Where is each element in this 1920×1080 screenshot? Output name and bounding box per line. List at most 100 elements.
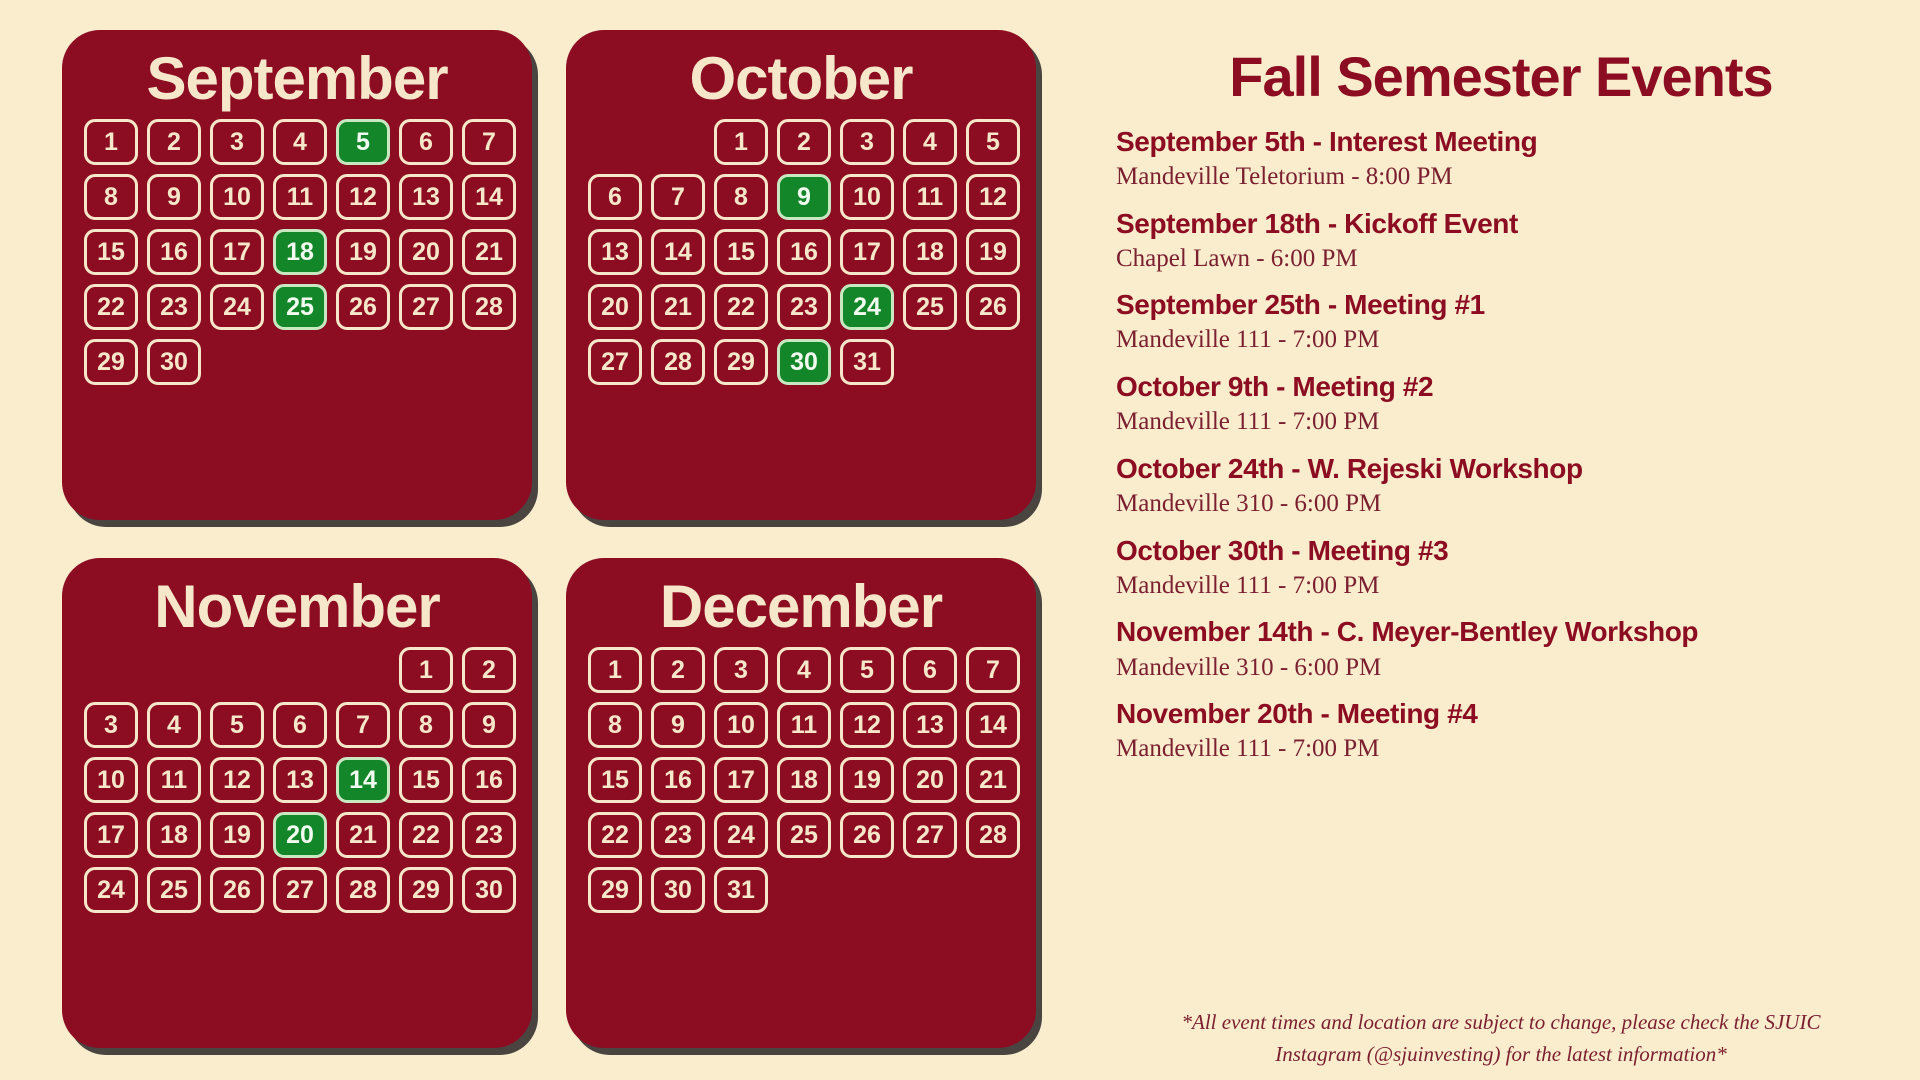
calendar-day-cell: 12 <box>966 174 1020 220</box>
calendar-day-cell: 5 <box>210 702 264 748</box>
calendar-day-cell: 11 <box>273 174 327 220</box>
calendar-day-cell: 1 <box>399 647 453 693</box>
calendar-day-cell: 3 <box>210 119 264 165</box>
event-location-time: Mandeville Teletorium - 8:00 PM <box>1116 162 1453 190</box>
event-title: November 20th - Meeting #4 <box>1116 698 1478 730</box>
calendar-day-cell: 26 <box>840 812 894 858</box>
calendar-day-cell: 1 <box>714 119 768 165</box>
calendar-day-cell: 15 <box>84 229 138 275</box>
calendar-day-cell: 21 <box>462 229 516 275</box>
calendar-day-cell: 6 <box>399 119 453 165</box>
calendar-month-title: October <box>689 45 913 112</box>
calendar-day-cell: 3 <box>84 702 138 748</box>
calendar-day-cell: 6 <box>903 647 957 693</box>
calendar-day-cell: 27 <box>903 812 957 858</box>
calendar-day-cell: 16 <box>651 757 705 803</box>
calendar-day-cell: 3 <box>714 647 768 693</box>
calendar-card-november: November 1 2 3 4 5 6 7 8 9 10 11 12 13 14 15 16 17 18 19 20 2… <box>62 558 532 1048</box>
calendar-day-cell: 12 <box>336 174 390 220</box>
calendar-day-cell: 13 <box>903 702 957 748</box>
calendar-day-cell: 8 <box>84 174 138 220</box>
event-item: September 5th - Interest Meeting Mandevil… <box>1116 125 1886 194</box>
calendar-day-cell: 15 <box>399 757 453 803</box>
calendar-day-cell: 4 <box>903 119 957 165</box>
calendar-day-cell: 7 <box>651 174 705 220</box>
calendar-day-cell-event: 5 <box>336 119 390 165</box>
calendar-day-cell: 29 <box>399 867 453 913</box>
calendar-grid: September 1 2 3 4 5 6 7 8 9 10 11 12 13 14 15 16 17 18 19 20… <box>62 30 1072 1070</box>
calendar-day-cell: 13 <box>588 229 642 275</box>
calendar-day-cell: 29 <box>714 339 768 385</box>
calendar-empty-cell <box>147 647 201 693</box>
calendar-day-cell: 27 <box>273 867 327 913</box>
calendar-day-cell: 31 <box>840 339 894 385</box>
calendar-day-cell: 8 <box>714 174 768 220</box>
calendar-day-cell: 22 <box>588 812 642 858</box>
calendar-days-grid: 1 2 3 4 5 6 7 8 9 10 11 12 13 14 15 16 17 18 19 20 21 22 23 24 2… <box>588 647 1020 913</box>
calendar-day-cell: 16 <box>462 757 516 803</box>
calendar-days-grid: 1 2 3 4 5 6 7 8 9 10 11 12 13 14 15 16 17 18 19 20 21 22 23 24 2… <box>588 119 1020 385</box>
calendar-day-cell: 24 <box>210 284 264 330</box>
events-panel-title: Fall Semester Events <box>1229 45 1773 108</box>
calendar-days-grid: 1 2 3 4 5 6 7 8 9 10 11 12 13 14 15 16 17 18 19 20 21 22 23 24 2… <box>84 119 516 385</box>
calendar-card-september: September 1 2 3 4 5 6 7 8 9 10 11 12 13 14 15 16 17 18 19 20… <box>62 30 532 520</box>
event-title: November 14th - C. Meyer-Bentley Worksho… <box>1116 616 1699 648</box>
calendar-day-cell: 27 <box>588 339 642 385</box>
event-location-time: Mandeville 111 - 7:00 PM <box>1116 408 1380 436</box>
calendar-day-cell: 21 <box>651 284 705 330</box>
calendar-day-cell: 14 <box>966 702 1020 748</box>
calendar-day-cell: 17 <box>84 812 138 858</box>
calendar-day-cell: 20 <box>903 757 957 803</box>
calendar-day-cell: 23 <box>651 812 705 858</box>
calendar-day-cell: 21 <box>336 812 390 858</box>
calendar-day-cell: 8 <box>588 702 642 748</box>
calendar-day-cell: 22 <box>84 284 138 330</box>
calendar-day-cell: 2 <box>651 647 705 693</box>
calendar-day-cell: 27 <box>399 284 453 330</box>
calendar-day-cell: 28 <box>966 812 1020 858</box>
calendar-day-cell: 1 <box>84 119 138 165</box>
calendar-empty-cell <box>336 647 390 693</box>
calendar-day-cell: 5 <box>840 647 894 693</box>
event-location-time: Mandeville 310 - 6:00 PM <box>1116 489 1382 517</box>
calendar-empty-cell <box>210 647 264 693</box>
calendar-day-cell: 30 <box>147 339 201 385</box>
calendar-day-cell: 19 <box>966 229 1020 275</box>
calendar-empty-cell <box>84 647 138 693</box>
event-location-time: Mandeville 111 - 7:00 PM <box>1116 326 1380 354</box>
event-title: October 24th - W. Rejeski Workshop <box>1116 452 1583 484</box>
event-title: September 5th - Interest Meeting <box>1116 125 1538 157</box>
calendar-day-cell: 26 <box>966 284 1020 330</box>
calendar-day-cell: 14 <box>651 229 705 275</box>
event-item: October 9th - Meeting #2 Mandeville 111 -… <box>1116 370 1886 439</box>
calendar-day-cell: 17 <box>210 229 264 275</box>
calendar-day-cell: 18 <box>777 757 831 803</box>
calendar-day-cell: 23 <box>777 284 831 330</box>
calendar-day-cell: 13 <box>273 757 327 803</box>
event-title: September 25th - Meeting #1 <box>1116 289 1485 321</box>
calendar-day-cell: 17 <box>714 757 768 803</box>
event-location-time: Mandeville 111 - 7:00 PM <box>1116 571 1380 599</box>
calendar-day-cell: 28 <box>462 284 516 330</box>
calendar-day-cell: 14 <box>462 174 516 220</box>
calendar-day-cell: 21 <box>966 757 1020 803</box>
calendar-day-cell: 16 <box>147 229 201 275</box>
calendar-day-cell: 18 <box>903 229 957 275</box>
calendar-day-cell: 26 <box>210 867 264 913</box>
calendar-day-cell: 7 <box>966 647 1020 693</box>
calendar-card-december: December 1 2 3 4 5 6 7 8 9 10 11 12 13 14 15 16 17 18 19 20 2… <box>566 558 1036 1048</box>
calendar-day-cell: 18 <box>147 812 201 858</box>
calendar-day-cell: 4 <box>147 702 201 748</box>
events-disclaimer-note: *All event times and location are subjec… <box>1181 1010 1821 1066</box>
event-title: September 18th - Kickoff Event <box>1116 207 1518 239</box>
calendar-day-cell: 20 <box>588 284 642 330</box>
calendar-day-cell: 22 <box>399 812 453 858</box>
calendar-card-october: October 1 2 3 4 5 6 7 8 9 10 11 12 13 14 15 16 17 18 19 20 21… <box>566 30 1036 520</box>
event-location-time: Mandeville 111 - 7:00 PM <box>1116 735 1380 763</box>
calendar-empty-cell <box>651 119 705 165</box>
calendar-day-cell: 28 <box>336 867 390 913</box>
calendar-day-cell: 11 <box>777 702 831 748</box>
calendar-day-cell: 25 <box>777 812 831 858</box>
calendar-day-cell-event: 14 <box>336 757 390 803</box>
calendar-day-cell: 7 <box>336 702 390 748</box>
